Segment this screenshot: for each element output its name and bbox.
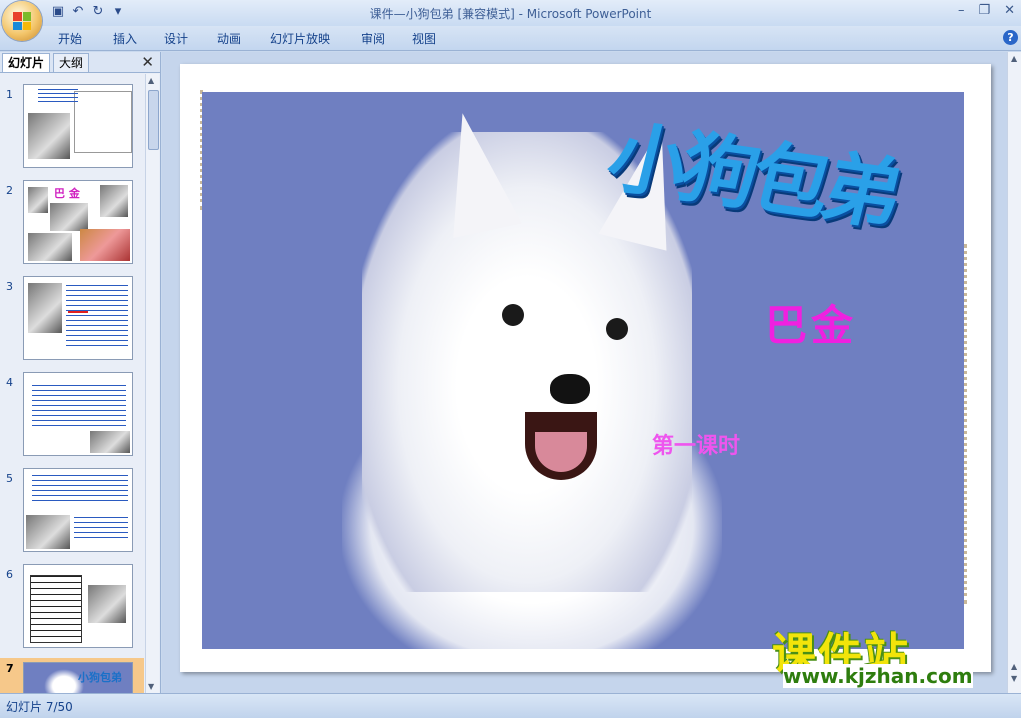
slide-counter: 幻灯片 7/50	[6, 700, 73, 714]
tab-design[interactable]: 设计	[164, 30, 188, 47]
close-pane-icon[interactable]: ✕	[141, 53, 154, 71]
slide-number: 5	[6, 472, 13, 485]
thumb-photo	[28, 187, 48, 213]
next-slide-icon[interactable]: ▼	[1011, 674, 1017, 683]
scroll-up-icon[interactable]: ▲	[1011, 54, 1017, 63]
thumbnails-scrollbar[interactable]: ▲ ▼	[145, 74, 159, 693]
dog-nose	[550, 374, 590, 404]
thumb-textbox	[74, 91, 132, 153]
thumb-lines	[32, 475, 128, 505]
thumb-photo	[90, 431, 130, 453]
quick-access-toolbar: ▣ ↶ ↻ ▾	[50, 4, 126, 20]
slide-author[interactable]: 巴金	[765, 292, 857, 353]
prev-slide-icon[interactable]: ▲	[1011, 662, 1017, 671]
scroll-thumb[interactable]	[148, 90, 159, 150]
slide-thumbnail[interactable]	[23, 468, 133, 552]
current-slide[interactable]: 小狗包弟 巴金 第一课时	[180, 64, 991, 672]
thumb-lines	[32, 385, 126, 429]
tab-animation[interactable]: 动画	[217, 30, 241, 47]
window-controls: – ❐ ✕	[958, 3, 1015, 18]
slide-editor: 小狗包弟 巴金 第一课时	[162, 52, 1007, 693]
tab-insert[interactable]: 插入	[113, 30, 137, 47]
slide-thumb-row[interactable]: 2 巴 金	[0, 180, 144, 270]
slide-thumbnail[interactable]	[23, 372, 133, 456]
tab-view[interactable]: 视图	[412, 30, 436, 47]
close-icon[interactable]: ✕	[1004, 3, 1015, 18]
thumb-photo	[28, 283, 62, 333]
thumb-photo	[28, 233, 72, 261]
editor-scrollbar[interactable]: ▲ ▲ ▼	[1007, 52, 1021, 693]
slide-thumbnail[interactable]	[23, 84, 133, 168]
status-bar: 幻灯片 7/50	[0, 693, 1021, 718]
thumb-lines	[66, 285, 128, 349]
thumb-heading: 巴 金	[54, 187, 80, 200]
slide-thumbnails: 1 2 巴 金 3 4 5 6 7 小狗包弟	[0, 74, 144, 693]
thumb-photo	[88, 585, 126, 623]
thumb-highlight	[68, 311, 88, 313]
redo-icon[interactable]: ↻	[90, 4, 106, 20]
slides-pane: 幻灯片 大纲 ✕ 1 2 巴 金 3 4 5 6 7 小狗包弟 ▲ ▼	[0, 52, 161, 693]
thumb-heading: 小狗包弟	[78, 671, 122, 684]
pane-tabs: 幻灯片 大纲 ✕	[0, 52, 160, 73]
thumb-photo	[100, 185, 128, 217]
slide-thumb-row[interactable]: 1	[0, 84, 144, 174]
slide-thumbnail[interactable]	[23, 276, 133, 360]
thumb-textbox	[30, 575, 82, 643]
thumb-photo	[28, 113, 70, 159]
slide-thumb-row-selected[interactable]: 7 小狗包弟	[0, 658, 144, 693]
slide-thumbnail[interactable]: 小狗包弟	[23, 662, 133, 693]
tab-slides[interactable]: 幻灯片	[2, 53, 51, 72]
save-icon[interactable]: ▣	[50, 4, 66, 20]
window-title: 课件—小狗包弟 [兼容模式] - Microsoft PowerPoint	[369, 7, 652, 21]
slide-thumb-row[interactable]: 5	[0, 468, 144, 558]
thumb-lines	[74, 517, 128, 541]
scroll-up-icon[interactable]: ▲	[148, 76, 154, 85]
slide-number: 4	[6, 376, 13, 389]
slide-number: 1	[6, 88, 13, 101]
tab-home[interactable]: 开始	[58, 30, 82, 47]
scroll-decoration	[964, 244, 977, 604]
ribbon-tabs: 开始 插入 设计 动画 幻灯片放映 审阅 视图 ?	[0, 26, 1021, 51]
office-logo-icon	[13, 12, 31, 30]
thumb-photo	[50, 203, 88, 231]
thumb-lines	[38, 89, 78, 105]
tab-slideshow[interactable]: 幻灯片放映	[270, 30, 330, 47]
thumb-photo	[80, 229, 130, 261]
undo-icon[interactable]: ↶	[70, 4, 86, 20]
dog-eye	[606, 318, 628, 340]
slide-number: 6	[6, 568, 13, 581]
slide-thumb-row[interactable]: 4	[0, 372, 144, 462]
slide-thumbnail[interactable]	[23, 564, 133, 648]
tab-review[interactable]: 审阅	[361, 30, 385, 47]
slide-number: 3	[6, 280, 13, 293]
slide-number: 2	[6, 184, 13, 197]
slide-thumb-row[interactable]: 6	[0, 564, 144, 654]
watermark-url: www.kjzhan.com	[783, 664, 973, 688]
restore-icon[interactable]: ❐	[978, 3, 990, 18]
scroll-decoration	[184, 90, 203, 210]
minimize-icon[interactable]: –	[958, 3, 965, 18]
slide-thumbnail[interactable]: 巴 金	[23, 180, 133, 264]
title-bar: 课件—小狗包弟 [兼容模式] - Microsoft PowerPoint ▣ …	[0, 0, 1021, 26]
tab-outline[interactable]: 大纲	[53, 53, 90, 72]
office-button[interactable]	[2, 1, 42, 41]
thumb-photo	[26, 515, 70, 549]
slide-subtitle[interactable]: 第一课时	[652, 428, 740, 460]
slide-thumb-row[interactable]: 3	[0, 276, 144, 366]
slide-number: 7	[6, 662, 14, 675]
scroll-down-icon[interactable]: ▼	[148, 682, 154, 691]
help-icon[interactable]: ?	[1003, 30, 1018, 45]
dog-eye	[502, 304, 524, 326]
customize-icon[interactable]: ▾	[110, 4, 126, 20]
